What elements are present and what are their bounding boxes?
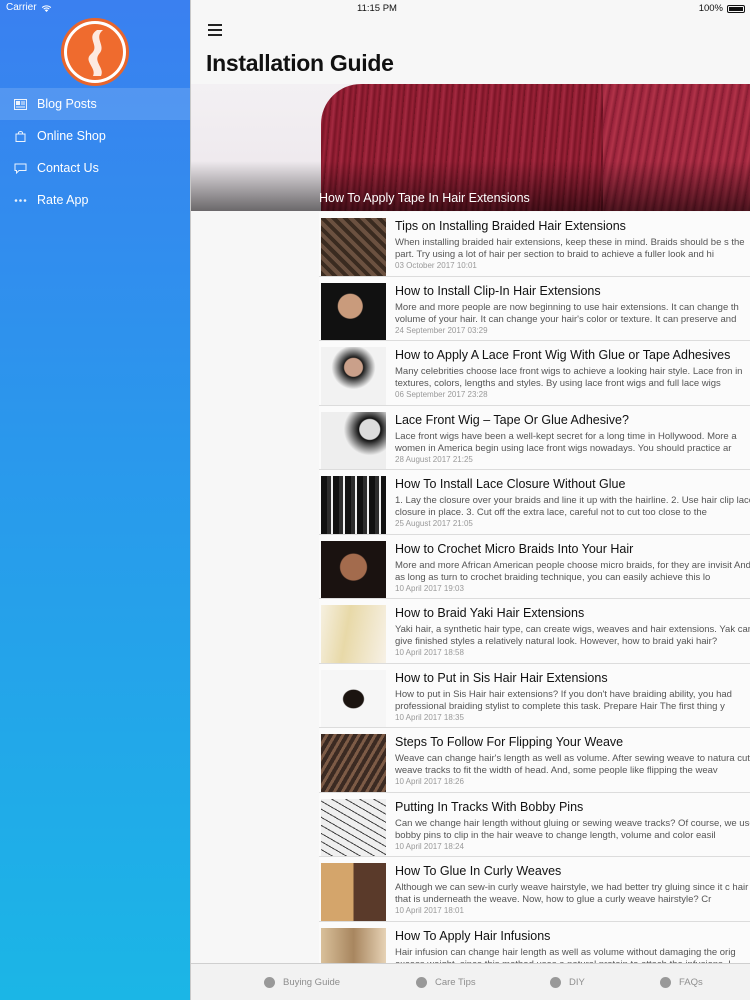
tab-icon bbox=[550, 977, 561, 988]
sidebar-item-blog-posts[interactable]: Blog Posts bbox=[0, 88, 190, 120]
post-title: Lace Front Wig – Tape Or Glue Adhesive? bbox=[395, 412, 629, 427]
post-title: Tips on Installing Braided Hair Extensio… bbox=[395, 219, 626, 233]
post-thumbnail bbox=[321, 282, 386, 341]
post-date: 10 April 2017 18:58 bbox=[395, 648, 464, 657]
tab-label: Buying Guide bbox=[283, 977, 341, 988]
post-excerpt: Yaki hair, a synthetic hair type, can cr… bbox=[395, 624, 750, 647]
post-list-item[interactable]: How to Crochet Micro Braids Into Your Ha… bbox=[319, 534, 750, 599]
sidebar-item-label: Blog Posts bbox=[37, 97, 97, 111]
post-excerpt: More and more people are now beginning t… bbox=[395, 301, 739, 325]
tab-buying-guide[interactable]: Buying Guide bbox=[264, 977, 340, 988]
sidebar-menu: Blog Posts Online Shop Contact Us Rate A… bbox=[0, 88, 190, 216]
post-date: 06 September 2017 23:28 bbox=[395, 390, 488, 399]
post-list-item[interactable]: How To Glue In Curly Weaves Although we c… bbox=[319, 857, 750, 922]
post-date: 28 August 2017 21:25 bbox=[395, 454, 473, 464]
battery-icon bbox=[727, 4, 745, 13]
post-date: 25 August 2017 21:05 bbox=[395, 519, 473, 528]
post-list-item[interactable]: How to Braid Yaki Hair Extensions Yaki ha… bbox=[319, 599, 750, 664]
chat-icon bbox=[14, 163, 27, 174]
post-list-item[interactable]: Steps To Follow For Flipping Your Weave W… bbox=[319, 728, 750, 793]
post-excerpt: Lace front wigs have been a well-kept se… bbox=[395, 430, 737, 454]
post-title: Steps To Follow For Flipping Your Weave bbox=[395, 735, 624, 749]
post-thumbnail bbox=[321, 798, 386, 857]
post-excerpt: How to put in Sis Hair hair extensions? … bbox=[395, 688, 732, 712]
post-date: 10 April 2017 18:35 bbox=[395, 712, 464, 722]
sidebar-item-online-shop[interactable]: Online Shop bbox=[0, 120, 190, 152]
post-date: 10 April 2017 18:24 bbox=[395, 841, 464, 851]
tab-label: DIY bbox=[569, 977, 585, 988]
status-bar: 11:15 PM 100% bbox=[191, 0, 750, 16]
dots-icon bbox=[14, 195, 27, 206]
post-title: Putting In Tracks With Bobby Pins bbox=[395, 799, 584, 814]
post-thumbnail bbox=[321, 669, 386, 728]
sidebar: Carrier Blog Posts Online Shop Contact U… bbox=[0, 0, 190, 1000]
post-list-item[interactable]: How to Apply A Lace Front Wig With Glue … bbox=[319, 341, 750, 406]
menu-icon[interactable] bbox=[208, 24, 222, 36]
news-icon bbox=[14, 98, 27, 110]
post-list-item[interactable]: Lace Front Wig – Tape Or Glue Adhesive? L… bbox=[319, 405, 750, 470]
tab-label: FAQs bbox=[679, 977, 703, 988]
post-title: How To Apply Hair Infusions bbox=[395, 928, 551, 943]
post-thumbnail bbox=[321, 605, 386, 663]
post-excerpt: Can we change hair length without gluing… bbox=[395, 817, 750, 841]
carrier-label: Carrier bbox=[6, 2, 37, 13]
post-list-item[interactable]: How to Install Clip-In Hair Extensions Mo… bbox=[319, 276, 750, 341]
status-time: 11:15 PM bbox=[357, 3, 397, 14]
post-date: 24 September 2017 03:29 bbox=[395, 325, 488, 335]
sidebar-item-label: Rate App bbox=[37, 193, 89, 207]
post-thumbnail bbox=[321, 863, 386, 921]
post-date: 10 April 2017 18:01 bbox=[395, 906, 464, 915]
battery-status: 100% bbox=[699, 3, 745, 14]
sidebar-item-rate-app[interactable]: Rate App bbox=[0, 184, 190, 216]
sidebar-item-contact-us[interactable]: Contact Us bbox=[0, 152, 190, 184]
post-excerpt: More and more African American people ch… bbox=[395, 559, 750, 583]
post-title: How To Install Lace Closure Without Glue bbox=[395, 477, 626, 491]
post-excerpt: When installing braided hair extensions,… bbox=[395, 237, 745, 260]
post-list-item[interactable]: Putting In Tracks With Bobby Pins Can we … bbox=[319, 792, 750, 857]
post-thumbnail bbox=[321, 540, 386, 599]
featured-post-title: How To Apply Tape In Hair Extensions bbox=[319, 191, 530, 205]
battery-percent: 100% bbox=[698, 3, 723, 14]
wifi-icon bbox=[41, 4, 51, 12]
tab-diy[interactable]: DIY bbox=[550, 977, 585, 988]
tab-care-tips[interactable]: Care Tips bbox=[416, 977, 476, 988]
post-excerpt: 1. Lay the closure over your braids and … bbox=[395, 495, 750, 518]
post-thumbnail bbox=[321, 218, 386, 276]
post-thumbnail bbox=[321, 476, 386, 534]
post-date: 10 April 2017 19:03 bbox=[395, 583, 464, 593]
post-thumbnail bbox=[321, 411, 386, 470]
post-list-item[interactable]: Tips on Installing Braided Hair Extensio… bbox=[319, 212, 750, 277]
sidebar-item-label: Online Shop bbox=[37, 129, 106, 143]
tab-bar: Buying Guide Care Tips DIY FAQs bbox=[191, 963, 750, 1000]
tab-label: Care Tips bbox=[435, 977, 476, 988]
app-logo bbox=[61, 18, 129, 86]
post-date: 10 April 2017 18:26 bbox=[395, 777, 464, 786]
tab-icon bbox=[264, 977, 275, 988]
tab-icon bbox=[416, 977, 427, 988]
post-excerpt: Weave can change hair's length as well a… bbox=[395, 753, 750, 776]
post-title: How to Apply A Lace Front Wig With Glue … bbox=[395, 348, 731, 362]
carrier-status: Carrier bbox=[6, 2, 52, 13]
sidebar-item-label: Contact Us bbox=[37, 161, 99, 175]
post-title: How To Glue In Curly Weaves bbox=[395, 864, 562, 878]
post-excerpt: Although we can sew-in curly weave hairs… bbox=[395, 882, 749, 905]
page-title: Installation Guide bbox=[206, 50, 394, 76]
post-list-item[interactable]: How To Install Lace Closure Without Glue… bbox=[319, 470, 750, 535]
main-content: 11:15 PM 100% Installation Guide How To … bbox=[190, 0, 750, 1000]
post-title: How to Braid Yaki Hair Extensions bbox=[395, 606, 585, 620]
post-list: Tips on Installing Braided Hair Extensio… bbox=[319, 212, 750, 986]
tab-icon bbox=[660, 977, 671, 988]
post-thumbnail bbox=[321, 734, 386, 792]
post-title: How to Install Clip-In Hair Extensions bbox=[395, 283, 601, 298]
post-title: How to Crochet Micro Braids Into Your Ha… bbox=[395, 541, 634, 556]
post-list-item[interactable]: How to Put in Sis Hair Hair Extensions Ho… bbox=[319, 663, 750, 728]
post-thumbnail bbox=[321, 347, 386, 405]
post-date: 03 October 2017 10:01 bbox=[395, 261, 477, 270]
bag-icon bbox=[14, 130, 27, 142]
tab-faqs[interactable]: FAQs bbox=[660, 977, 703, 988]
post-excerpt: Many celebrities choose lace front wigs … bbox=[395, 366, 743, 389]
post-title: How to Put in Sis Hair Hair Extensions bbox=[395, 670, 608, 685]
